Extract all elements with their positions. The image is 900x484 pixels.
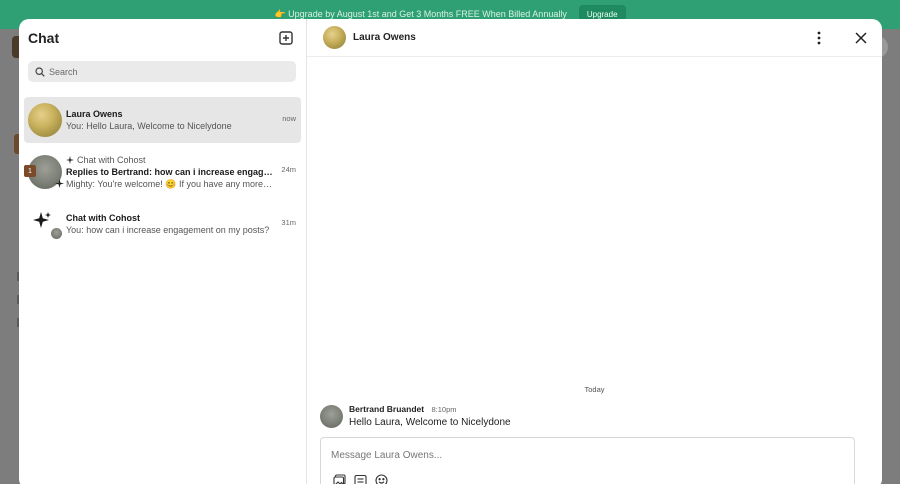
conversation-item-cohost-reply[interactable]: 1 Chat with Cohost Replies to Bertrand: … [24, 148, 301, 196]
conversation-context: Chat with Cohost [77, 155, 146, 165]
message: Bertrand Bruandet 8:10pm Hello Laura, We… [320, 404, 511, 428]
avatar [50, 227, 63, 240]
emoji-button[interactable] [374, 473, 388, 484]
search-input[interactable] [49, 66, 269, 77]
conversation-name: Replies to Bertrand: how can i increase … [66, 167, 274, 177]
conversation-panel: Chat Laura Owens You: [19, 19, 307, 484]
gif-button[interactable] [353, 473, 367, 484]
chat-title: Chat [28, 30, 60, 46]
message-text: Hello Laura, Welcome to Nicelydone [349, 417, 511, 428]
emoji-icon [374, 473, 388, 484]
sparkle-icon [55, 179, 64, 188]
message-time: 8:10pm [431, 405, 457, 414]
avatar [28, 103, 62, 137]
more-vertical-icon [817, 31, 821, 45]
avatar [323, 26, 346, 49]
conversation-preview: You: Hello Laura, Welcome to Nicelydone [66, 121, 232, 131]
attach-image-button[interactable] [332, 473, 346, 484]
image-icon [332, 473, 346, 484]
conversation-item-cohost[interactable]: Chat with Cohost You: how can i increase… [24, 201, 301, 247]
reply-icon [66, 156, 74, 164]
conversation-time: 31m [281, 218, 296, 227]
conversation-preview: Mighty: You're welcome! 😊 If you have an… [66, 179, 274, 189]
message-input[interactable] [331, 450, 831, 461]
conversation-list: Laura Owens You: Hello Laura, Welcome to… [19, 97, 306, 247]
chat-modal: Chat Laura Owens You: [19, 19, 882, 484]
conversation-preview: You: how can i increase engagement on my… [66, 225, 270, 235]
thread-header: Laura Owens [307, 19, 882, 57]
conversation-panel-header: Chat [19, 19, 306, 57]
search-bar[interactable] [28, 61, 296, 82]
compose-icon [279, 31, 293, 45]
contact-name: Laura Owens [353, 32, 416, 43]
message-composer [320, 437, 855, 484]
avatar: 1 [24, 155, 64, 189]
day-separator: Today [584, 385, 605, 394]
conversation-time: now [282, 114, 296, 123]
conversation-item-laura-owens[interactable]: Laura Owens You: Hello Laura, Welcome to… [24, 97, 301, 143]
sparkle-icon [33, 212, 51, 228]
close-icon [855, 32, 867, 44]
new-chat-button[interactable] [278, 30, 294, 46]
conversation-name: Laura Owens [66, 109, 123, 119]
avatar [320, 405, 343, 428]
gif-icon [353, 474, 367, 484]
message-author: Bertrand Bruandet [349, 404, 425, 414]
more-options-button[interactable] [811, 30, 827, 46]
avatar [28, 207, 63, 241]
conversation-name: Chat with Cohost [66, 213, 140, 223]
thread-panel: Laura Owens Today Bertrand Bruandet 8:10… [307, 19, 882, 484]
search-icon [35, 66, 45, 77]
close-button[interactable] [853, 30, 869, 46]
conversation-time: 24m [281, 165, 296, 174]
unread-badge: 1 [24, 165, 36, 177]
